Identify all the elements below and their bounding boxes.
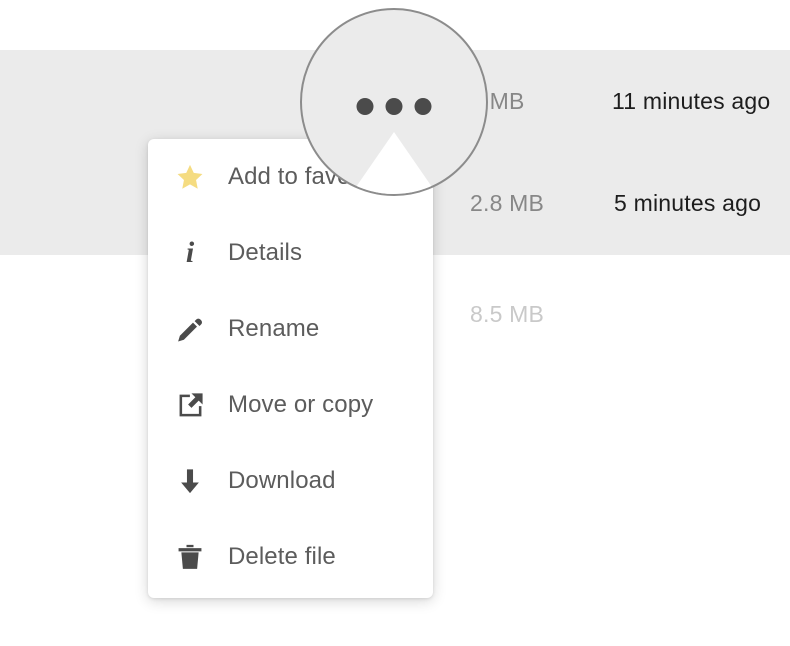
file-size: 8.5 MB: [470, 301, 544, 328]
dot: [415, 98, 432, 115]
file-size: 2.8 MB: [470, 190, 544, 217]
menu-item-label: Download: [228, 467, 336, 495]
menu-item-delete-file[interactable]: Delete file: [148, 519, 433, 595]
dot: [386, 98, 403, 115]
pencil-icon: [170, 310, 210, 348]
menu-caret-magnified: [336, 132, 452, 196]
menu-item-label: Rename: [228, 315, 319, 343]
dot: [357, 98, 374, 115]
menu-item-label: Delete file: [228, 543, 336, 571]
file-modified-time: 11 minutes ago: [612, 88, 770, 115]
menu-item-label: Move or copy: [228, 391, 373, 419]
menu-item-move-or-copy[interactable]: Move or copy: [148, 367, 433, 443]
magnifier-lens: [300, 8, 488, 196]
trash-icon: [170, 538, 210, 576]
menu-item-download[interactable]: Download: [148, 443, 433, 519]
star-icon: [170, 158, 210, 196]
context-menu: Add to favorites i Details Rename Move o…: [148, 139, 433, 598]
download-arrow-icon: [170, 462, 210, 500]
file-modified-time: 5 minutes ago: [614, 190, 761, 217]
menu-item-rename[interactable]: Rename: [148, 291, 433, 367]
menu-item-label: Details: [228, 239, 302, 267]
external-link-icon: [170, 386, 210, 424]
info-icon: i: [170, 234, 210, 272]
menu-item-details[interactable]: i Details: [148, 215, 433, 291]
three-dots-icon: [357, 98, 432, 115]
